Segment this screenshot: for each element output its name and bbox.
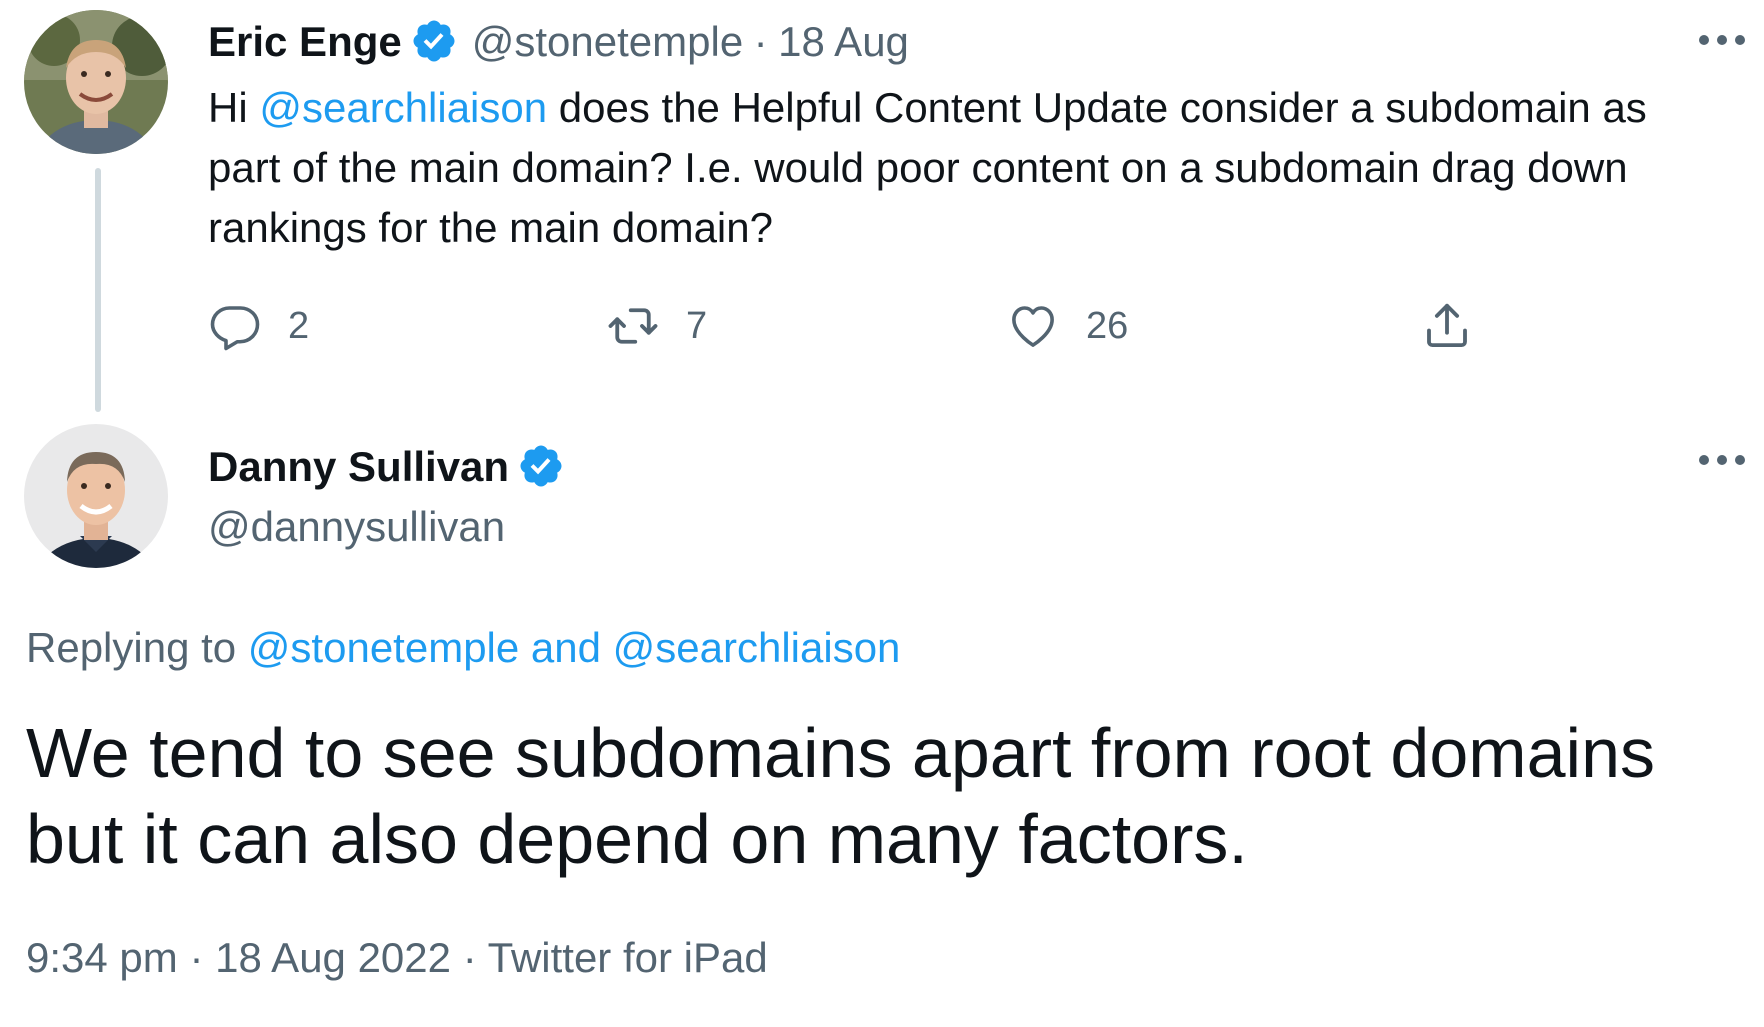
reply-meta: 9:34 pm · 18 Aug 2022 · Twitter for iPad — [26, 930, 768, 986]
retweet-button[interactable]: 7 — [606, 296, 707, 356]
share-upload-icon — [1427, 303, 1467, 348]
eric-enge-avatar[interactable] — [24, 10, 168, 154]
danny-sullivan-avatar[interactable] — [24, 424, 168, 568]
replying-to-mentions[interactable]: @stonetemple and @searchliaison — [248, 624, 901, 671]
like-button[interactable]: 26 — [1006, 296, 1128, 356]
more-horizontal-icon — [1699, 35, 1745, 45]
heart-icon — [1012, 306, 1054, 347]
reply-author-name[interactable]: Danny Sullivan — [208, 443, 509, 490]
more-options-button[interactable] — [1694, 20, 1750, 60]
tweet-date[interactable]: 18 Aug — [778, 18, 909, 65]
meta-separator-1: · — [189, 934, 204, 981]
reply-body: We tend to see subdomains apart from roo… — [26, 714, 1656, 878]
verified-badge-icon — [410, 17, 458, 65]
thread-connector-line — [95, 168, 101, 412]
author-handle[interactable]: @stonetemple — [472, 18, 743, 65]
retweet-count: 7 — [686, 304, 708, 347]
tweet-text-prefix: Hi — [208, 84, 260, 131]
reply-handle-row: @dannysullivan — [208, 500, 505, 564]
share-button[interactable] — [1420, 296, 1474, 356]
replying-to-label: Replying to — [26, 624, 237, 671]
header-separator: · — [753, 18, 768, 65]
retweet-icon — [608, 308, 658, 344]
like-count: 26 — [1086, 304, 1129, 347]
reply-time[interactable]: 9:34 pm — [26, 934, 178, 981]
reply-author-handle[interactable]: @dannysullivan — [208, 503, 505, 550]
reply-button[interactable]: 2 — [208, 296, 309, 356]
reply-source[interactable]: Twitter for iPad — [488, 934, 768, 981]
author-name[interactable]: Eric Enge — [208, 18, 402, 65]
verified-badge-icon — [517, 442, 565, 490]
reply-count: 2 — [288, 304, 310, 347]
reply-bubble-icon — [210, 306, 260, 351]
reply-date[interactable]: 18 Aug 2022 — [215, 934, 451, 981]
replying-to: Replying to @stonetemple and @searchliai… — [26, 620, 900, 676]
reply-author-row: Danny Sullivan — [208, 440, 565, 504]
reply-more-options-button[interactable] — [1694, 440, 1750, 480]
meta-separator-2: · — [462, 934, 477, 981]
more-horizontal-icon — [1699, 455, 1745, 465]
mention-link[interactable]: @searchliaison — [259, 84, 547, 131]
tweet-body: Hi @searchliaison does the Helpful Conte… — [208, 78, 1718, 258]
tweet-header: Eric Enge @stonetemple · 18 Aug — [208, 16, 909, 78]
